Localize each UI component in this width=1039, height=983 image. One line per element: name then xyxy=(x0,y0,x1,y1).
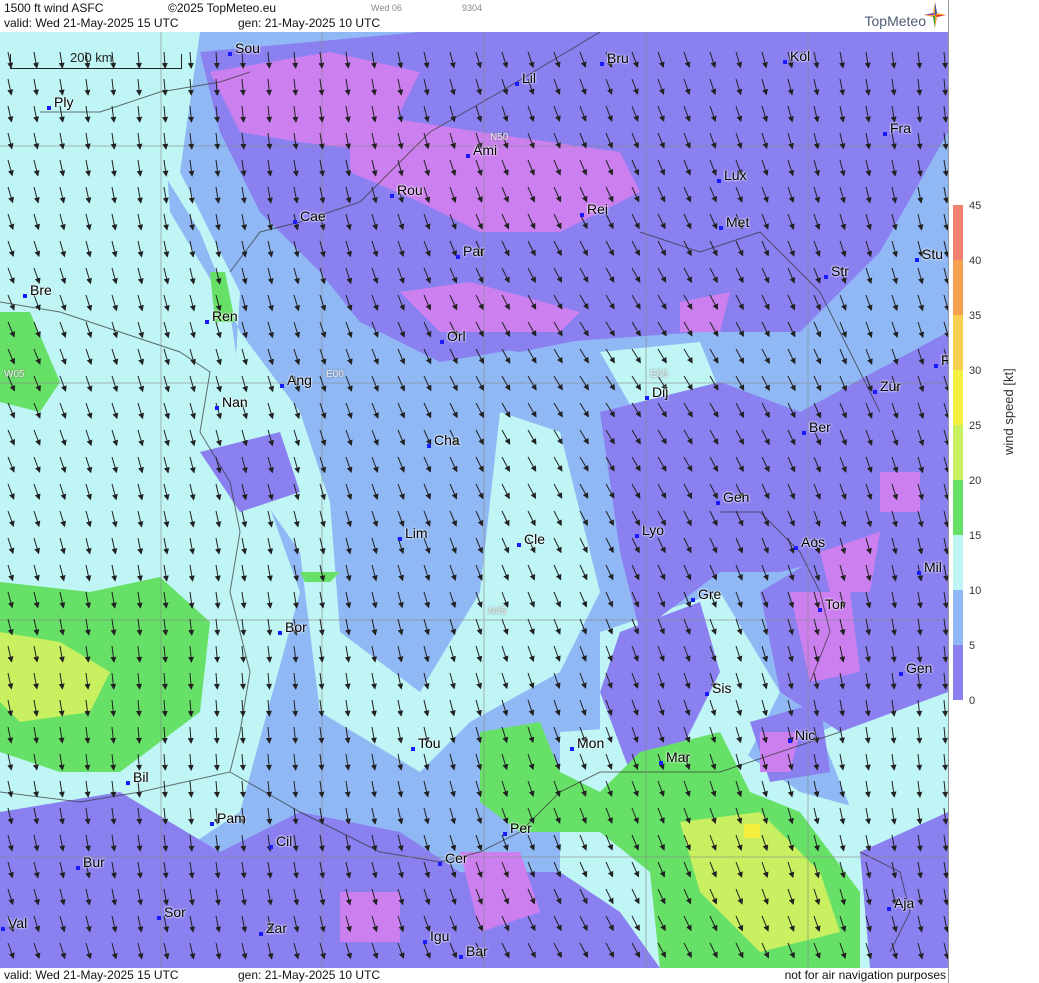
map-footer: valid: Wed 21-May-2025 15 UTC gen: 21-Ma… xyxy=(0,968,948,983)
city-label[interactable]: Aos xyxy=(793,534,825,550)
city-label[interactable]: Pam xyxy=(210,810,246,826)
map-title: 1500 ft wind ASFC xyxy=(4,1,104,15)
legend-title: wind speed [kt] xyxy=(1001,368,1016,455)
forecast-day: Wed 06 xyxy=(371,3,402,13)
legend-tick-label: 0 xyxy=(969,695,975,707)
city-label[interactable]: Ply xyxy=(46,94,73,110)
city-label[interactable]: Orl xyxy=(440,328,466,344)
city-label[interactable]: Lux xyxy=(717,167,747,183)
city-label[interactable]: Str xyxy=(824,263,849,279)
city-label[interactable]: Met xyxy=(718,214,749,230)
city-label[interactable]: Bar xyxy=(459,943,488,959)
city-label[interactable]: Zar xyxy=(259,920,287,936)
legend-color-band xyxy=(953,370,963,425)
city-label[interactable]: Bil xyxy=(126,769,149,785)
city-label[interactable]: F xyxy=(934,352,948,368)
city-label[interactable]: Zür xyxy=(873,378,901,394)
city-label[interactable]: Gen xyxy=(715,489,749,505)
wind-speed-legend: 45 40 35 30 25 20 15 10 5 0 wind speed [kt] xyxy=(948,0,1039,983)
legend-color-band xyxy=(953,480,963,535)
city-label[interactable]: Bru xyxy=(600,50,629,66)
city-label[interactable]: Ami xyxy=(465,142,497,158)
city-label[interactable]: Cha xyxy=(427,432,460,448)
city-label[interactable]: Cil xyxy=(268,833,292,849)
city-label[interactable]: Cle xyxy=(516,531,545,547)
city-label[interactable]: Mon xyxy=(569,735,604,751)
city-label[interactable]: Tor xyxy=(817,596,844,612)
city-label[interactable]: Sis xyxy=(704,680,731,696)
city-label[interactable]: Dij xyxy=(644,384,668,400)
legend-tick-label: 20 xyxy=(969,475,981,487)
legend-color-band xyxy=(953,425,963,480)
grid-label: W05 xyxy=(4,369,25,380)
city-label[interactable]: Sou xyxy=(228,40,260,56)
legend-tick-label: 15 xyxy=(969,530,981,542)
city-label[interactable]: Stu xyxy=(914,246,943,262)
map-header: 1500 ft wind ASFC ©2025 TopMeteo.eu Wed … xyxy=(0,0,948,32)
navigation-disclaimer: not for air navigation purposes xyxy=(784,968,946,982)
legend-colorbar: 45 40 35 30 25 20 15 10 5 0 xyxy=(953,200,981,707)
city-label[interactable]: Tou xyxy=(411,735,441,751)
footer-gen-time: gen: 21-May-2025 10 UTC xyxy=(238,968,381,982)
city-label[interactable]: Rou xyxy=(390,182,423,198)
city-label[interactable]: Per xyxy=(503,820,532,836)
city-label[interactable]: Lil xyxy=(514,70,536,86)
legend-color-band xyxy=(953,535,963,590)
compass-star-icon xyxy=(924,2,946,28)
city-label[interactable]: Ajа xyxy=(886,895,914,911)
city-label[interactable]: Sor xyxy=(157,904,186,920)
city-label[interactable]: Mar xyxy=(658,749,690,765)
legend-color-band xyxy=(953,205,963,260)
legend-tick-label: 10 xyxy=(969,585,981,597)
city-label[interactable]: Mil xyxy=(917,559,942,575)
city-label[interactable]: Bur xyxy=(76,854,105,870)
grid-label: N45 xyxy=(488,606,507,617)
city-label[interactable]: Cer xyxy=(438,850,468,866)
grid-label: E00 xyxy=(326,369,344,380)
legend-tick-label: 45 xyxy=(969,200,981,212)
scale-bar-label: 200 km xyxy=(70,50,113,65)
grid-label: E05 xyxy=(650,369,668,380)
city-label[interactable]: Ber xyxy=(802,419,831,435)
city-label[interactable]: Lim xyxy=(398,525,428,541)
footer-valid-time: valid: Wed 21-May-2025 15 UTC xyxy=(4,968,179,982)
legend-color-band xyxy=(953,645,963,700)
legend-color-band xyxy=(953,590,963,645)
legend-tick-label: 30 xyxy=(969,365,981,377)
city-label[interactable]: Nic xyxy=(787,727,815,743)
city-label[interactable]: Bor xyxy=(278,619,307,635)
wind-field xyxy=(0,32,948,968)
city-label[interactable]: Par xyxy=(456,243,485,259)
legend-color-band xyxy=(953,315,963,370)
legend-color-band xyxy=(953,260,963,315)
run-code: 9304 xyxy=(462,3,483,13)
legend-tick-label: 25 xyxy=(969,420,981,432)
copyright: ©2025 TopMeteo.eu xyxy=(168,1,277,15)
city-label[interactable]: Gen xyxy=(898,660,932,676)
valid-time: valid: Wed 21-May-2025 15 UTC xyxy=(4,16,179,30)
city-label[interactable]: Lyo xyxy=(634,522,664,538)
city-label[interactable]: Köl xyxy=(782,48,810,64)
city-label[interactable]: Val xyxy=(0,915,27,931)
city-label[interactable]: Rei xyxy=(579,201,608,217)
legend-tick-label: 35 xyxy=(969,310,981,322)
city-label[interactable]: Fra xyxy=(883,120,911,136)
city-label[interactable]: Cae xyxy=(293,208,326,224)
legend-tick-label: 40 xyxy=(969,255,981,267)
city-label[interactable]: Igu xyxy=(422,928,449,944)
city-label[interactable]: Gre xyxy=(690,586,721,602)
city-label[interactable]: Ren xyxy=(205,308,238,324)
gen-time: gen: 21-May-2025 10 UTC xyxy=(238,16,381,30)
city-label[interactable]: Bre xyxy=(23,282,52,298)
city-label[interactable]: Nan xyxy=(215,394,248,410)
topmeteo-logo[interactable]: TopMeteo xyxy=(865,13,926,29)
wind-map[interactable]: 200 km N50 E05 E00 W05 N45 Sou Lil Bru K… xyxy=(0,32,948,968)
city-label[interactable]: Ang xyxy=(280,372,312,388)
legend-tick-label: 5 xyxy=(969,640,975,652)
